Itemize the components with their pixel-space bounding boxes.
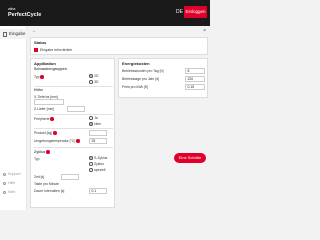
energy-title: Energiekosten (122, 61, 150, 66)
periphery-option-label: Ja (94, 116, 98, 120)
status-title: Status (34, 40, 47, 45)
top-bar: wiha PerfectCycle DE Einloggen (0, 0, 210, 26)
next-step-button[interactable]: Eine Schritte (174, 153, 206, 163)
duration-label: Dauer Intervallen [s] (34, 189, 65, 193)
divider (34, 114, 113, 115)
ambient-label: Umgebungstemperatur [°C] (34, 139, 80, 143)
globe-icon (3, 190, 6, 194)
screw-section-title: Schraubengruppen (34, 67, 67, 71)
radio-icon (89, 122, 93, 126)
cycle-option-label: speziell (94, 168, 106, 172)
periphery-option-label: Nein (94, 122, 102, 126)
ambient-label-text: Umgebungstemperatur [°C] (34, 139, 76, 143)
energy-card: Energiekosten Betriebsstunden pro Tag [h… (118, 58, 208, 98)
x-depth-input[interactable] (34, 99, 64, 105)
logo-brand: wiha (8, 7, 16, 11)
energy-row-label: Preis pro kWh [€] (122, 85, 149, 89)
radio-icon (89, 162, 93, 166)
cycle-option-zyklus[interactable]: Zyklus (89, 162, 104, 166)
cycle-option-label: S-Zyklus (94, 156, 108, 160)
radio-icon (89, 80, 93, 84)
periphery-label-text: Peripherie (34, 117, 50, 121)
divider (34, 86, 113, 87)
info-icon[interactable] (40, 75, 45, 79)
info-icon[interactable] (53, 131, 57, 135)
type-label: Typ (34, 75, 45, 79)
price-per-kwh-input[interactable]: 0.15 (185, 84, 205, 90)
application-title: Applikation (34, 61, 56, 66)
support-label: Support (8, 172, 21, 176)
info-icon[interactable] (76, 139, 80, 143)
periphery-label: Peripherie (34, 117, 55, 121)
login-button[interactable]: Einloggen (184, 6, 207, 18)
status-card: Status Eingabe erforderlich (30, 37, 208, 55)
sidebar: Eingabe Support Hilfe Web (0, 26, 27, 210)
type-label-text: Typ (34, 75, 40, 79)
type-option-label: 3D (94, 80, 99, 84)
hole-section-title: Höhe (34, 88, 43, 92)
type-option-label: 2D (94, 74, 99, 78)
product-label-text: Produkt [kg] (34, 131, 53, 135)
sidebar-link-help[interactable]: Hilfe (3, 181, 15, 185)
hours-per-day-input[interactable]: 8 (185, 68, 205, 74)
radio-icon (89, 116, 93, 120)
back-arrow-icon[interactable]: ← (32, 28, 37, 34)
cycle-section-text: Zyklus (34, 150, 46, 154)
language-switch[interactable]: DE (176, 9, 183, 15)
type-option-2d[interactable]: 2D (89, 74, 98, 78)
z-depth-label: Z-Liefer [mm] (34, 107, 55, 111)
divider (34, 147, 113, 148)
info-icon[interactable] (50, 117, 55, 121)
back-bar: ← × (30, 28, 208, 35)
cycle-option-label: Zyklus (94, 162, 104, 166)
info-icon[interactable] (46, 150, 50, 154)
status-row: Eingabe erforderlich (34, 48, 73, 53)
divider (34, 128, 113, 129)
help-icon (3, 181, 6, 185)
status-indicator-icon (34, 48, 38, 53)
product-input[interactable] (89, 130, 107, 136)
support-icon (3, 172, 6, 176)
radio-icon (89, 74, 93, 78)
sidebar-item-label: Eingabe (9, 31, 26, 36)
duration-input[interactable]: 0.1 (89, 188, 107, 194)
days-per-year-input[interactable]: 220 (185, 76, 205, 82)
radio-icon (89, 156, 93, 160)
product-label: Produkt [kg] (34, 131, 57, 135)
type-option-3d[interactable]: 3D (89, 80, 98, 84)
help-label: Hilfe (8, 181, 16, 185)
cycles-label: Takte pro Minute (34, 182, 60, 186)
periphery-option-yes[interactable]: Ja (89, 116, 98, 120)
application-card: Applikation Schraubengruppen Typ 2D 3D H… (30, 58, 115, 208)
close-icon[interactable]: × (203, 28, 206, 34)
web-label: Web (8, 190, 16, 194)
cycle-section-title: Zyklus (34, 150, 50, 154)
cycle-option-s[interactable]: S-Zyklus (89, 156, 107, 160)
energy-row-label: Betriebstage pro Jahr [d] (122, 77, 160, 81)
radio-icon (89, 168, 93, 172)
logo[interactable]: wiha PerfectCycle (4, 3, 44, 23)
main-content: ← × Status Eingabe erforderlich Applikat… (30, 28, 208, 208)
sidebar-link-support[interactable]: Support (3, 172, 21, 176)
status-text: Eingabe erforderlich (40, 48, 73, 52)
z-depth-input[interactable] (67, 106, 85, 112)
cycle-option-special[interactable]: speziell (89, 168, 105, 172)
time-input[interactable] (61, 174, 79, 180)
sidebar-item-eingabe[interactable]: Eingabe (0, 29, 27, 39)
cycle-type-label: Typ (34, 157, 40, 161)
logo-product: PerfectCycle (8, 12, 42, 18)
document-icon (3, 31, 7, 37)
sidebar-link-web[interactable]: Web (3, 190, 15, 194)
time-label: Zeit [s] (34, 175, 45, 179)
energy-row-label: Betriebsstunden pro Tag [h] (122, 69, 164, 73)
ambient-input[interactable]: 25 (89, 138, 107, 144)
periphery-option-no[interactable]: Nein (89, 122, 101, 126)
